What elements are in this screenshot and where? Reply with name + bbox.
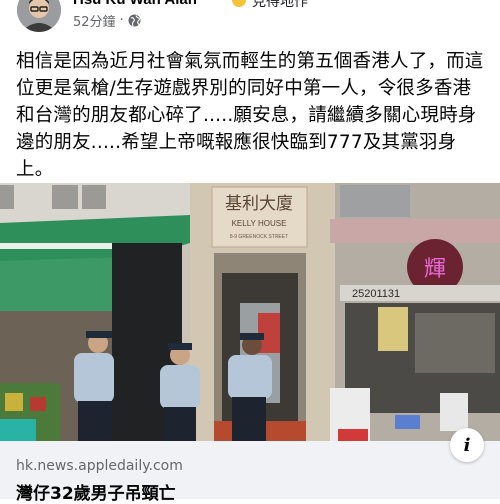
building-sign-english: KELLY HOUSE xyxy=(232,219,287,228)
meta-separator: · xyxy=(119,12,124,28)
post-timestamp[interactable]: 52分鐘 xyxy=(73,11,116,30)
building-sign-chinese: 基利大廈 xyxy=(225,194,293,214)
avatar[interactable] xyxy=(17,0,61,32)
post-header: Hsu Ku Wan Alan 見得地作 52分鐘 · xyxy=(0,0,500,38)
post-photo[interactable]: 基利大廈 KELLY HOUSE 8-9 GREENOCK STREET 輝 2… xyxy=(0,183,500,441)
link-title[interactable]: 灣仔32歲男子吊頸亡 xyxy=(16,479,176,504)
globe-icon[interactable] xyxy=(128,14,141,27)
post-meta: 52分鐘 · xyxy=(73,11,141,30)
author-name[interactable]: Hsu Ku Wan Alan xyxy=(73,0,197,8)
link-domain: hk.news.appledaily.com xyxy=(16,458,183,474)
shop-sign-phone: 25201131 xyxy=(352,288,400,300)
info-button[interactable]: i xyxy=(450,428,484,462)
page-type-label: 見得地作 xyxy=(252,0,308,10)
verified-badge-icon xyxy=(232,0,246,7)
link-preview[interactable]: hk.news.appledaily.com 灣仔32歲男子吊頸亡 xyxy=(0,441,500,504)
info-icon: i xyxy=(463,434,471,456)
building-sign-address: 8-9 GREENOCK STREET xyxy=(230,234,288,240)
post-text: 相信是因為近月社會氣氛而輕生的第五個香港人了，而這位更是氣槍/生存遊戲界別的同好… xyxy=(16,51,484,180)
shop-sign-char: 輝 xyxy=(424,257,446,282)
